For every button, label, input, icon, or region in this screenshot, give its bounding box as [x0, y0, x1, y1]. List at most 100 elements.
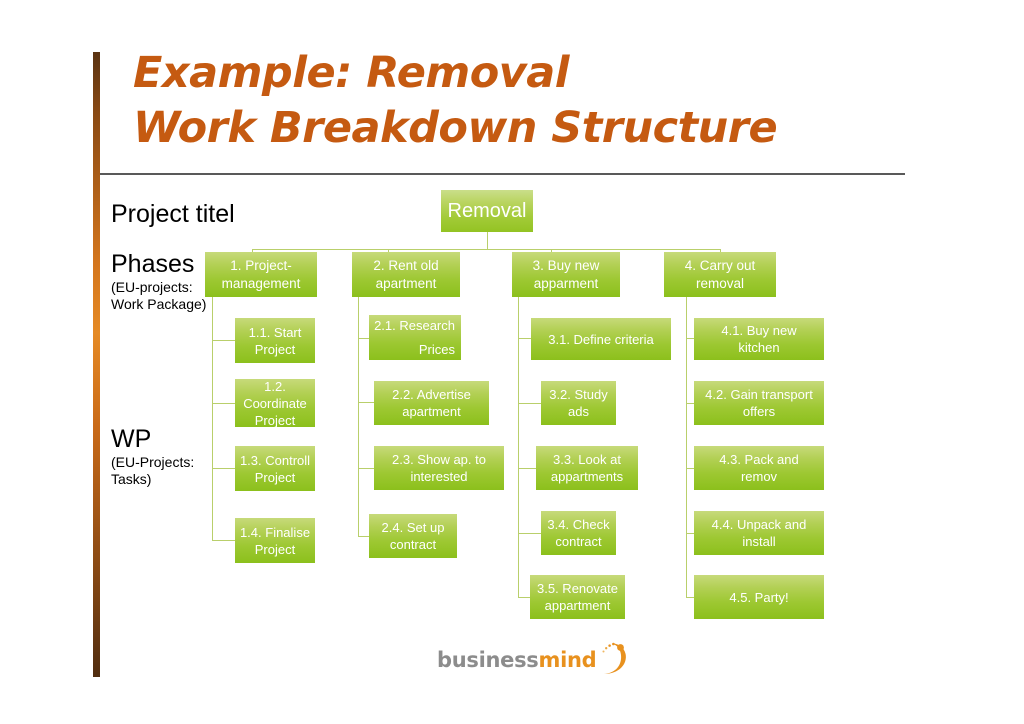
node-task-2-3-line-1: 2.3. Show ap. to [392, 452, 486, 467]
node-task-1-4-line-1: 1.4. Finalise [239, 524, 311, 540]
row-label-project-title: Project titel [111, 199, 235, 229]
slide-canvas: Example: Removal Work Breakdown Structur… [0, 0, 1024, 724]
node-task-1-3[interactable]: 1.3. Controll Project [235, 446, 315, 491]
node-task-4-3-line-1: 4.3. Pack and [719, 452, 799, 467]
connector-stub-4-4 [686, 533, 694, 534]
node-task-1-4-line-2: Project [254, 541, 296, 557]
node-root-removal[interactable]: Removal [441, 190, 533, 232]
node-task-1-1[interactable]: 1.1. Start Project [235, 318, 315, 363]
node-task-4-3-line-2: remov [740, 469, 778, 484]
node-task-3-2-line-2: ads [568, 404, 589, 419]
connector-phase-bus [252, 249, 720, 250]
connector-stub-4-1 [686, 338, 694, 339]
left-accent-bar [93, 52, 100, 677]
node-task-1-1-line-1: 1.1. Start [248, 324, 302, 340]
node-task-4-2-line-2: offers [742, 404, 776, 419]
connector-stub-3-4 [518, 533, 541, 534]
node-task-2-1[interactable]: 2.1. Research Prices [369, 315, 461, 360]
connector-stub-3-2 [518, 403, 541, 404]
node-task-2-2-line-2: apartment [402, 404, 461, 419]
connector-root-stem [487, 232, 488, 250]
node-task-2-4[interactable]: 2.4. Set up contract [369, 514, 457, 558]
node-phase-3-label-1: 3. Buy new [532, 257, 600, 273]
node-task-4-1-line-1: 4.1. Buy new [721, 323, 797, 338]
node-task-2-1-line-2: Prices [418, 341, 455, 357]
connector-stub-4-3 [686, 468, 694, 469]
node-task-4-1-line-2: kitchen [738, 340, 780, 355]
connector-stub-2-3 [358, 468, 374, 469]
node-task-2-2[interactable]: 2.2. Advertise apartment [374, 381, 489, 425]
node-task-1-3-line-1: 1.3. Controll [239, 452, 311, 468]
title-line-1: Example: Removal [133, 48, 570, 98]
logo-figure-icon [597, 640, 631, 676]
node-task-3-3-line-2: appartments [550, 469, 624, 484]
node-task-3-5-line-1: 3.5. Renovate [537, 581, 618, 596]
connector-stub-3-3 [518, 468, 536, 469]
node-task-2-3[interactable]: 2.3. Show ap. to interested [374, 446, 504, 490]
page-title: Example: Removal Work Breakdown Structur… [133, 46, 933, 156]
title-line-2: Work Breakdown Structure [133, 103, 778, 153]
node-root-removal-label: Removal [447, 200, 527, 222]
node-task-3-5[interactable]: 3.5. Renovate appartment [530, 575, 625, 619]
connector-stub-1-2 [212, 403, 235, 404]
node-task-1-3-line-2: Project [254, 469, 296, 485]
connector-stub-2-4 [358, 536, 369, 537]
node-task-1-1-line-2: Project [254, 341, 296, 357]
node-phase-3[interactable]: 3. Buy new apparment [512, 252, 620, 297]
connector-stub-2-2 [358, 402, 374, 403]
node-task-3-2-line-1: 3.2. Study [549, 387, 608, 402]
row-label-phases-heading: Phases [111, 250, 195, 278]
connector-spine-2 [358, 297, 359, 536]
connector-stub-1-4 [212, 540, 235, 541]
node-task-1-2-line-1: 1.2. [264, 378, 286, 394]
connector-stub-4-2 [686, 403, 694, 404]
row-label-wp-sub-2: Tasks) [111, 471, 152, 487]
node-task-3-1[interactable]: 3.1. Define criteria [531, 318, 671, 360]
node-task-1-2-line-2: Coordinate [243, 395, 307, 411]
row-label-phases-sub-2: Work Package) [111, 296, 207, 312]
node-phase-3-label-2: apparment [533, 275, 599, 291]
node-task-3-4-line-2: contract [555, 534, 602, 549]
connector-stub-1-3 [212, 468, 235, 469]
connector-stub-4-5 [686, 597, 694, 598]
node-task-4-4[interactable]: 4.4. Unpack and install [694, 511, 824, 555]
node-task-3-1-line-1: 3.1. Define criteria [548, 331, 654, 347]
node-phase-1-label-1: 1. Project- [230, 257, 292, 273]
node-task-2-4-line-2: contract [389, 537, 437, 552]
node-phase-4[interactable]: 4. Carry out removal [664, 252, 776, 297]
connector-stub-2-1 [358, 338, 369, 339]
connector-stub-3-1 [518, 338, 531, 339]
node-task-1-2[interactable]: 1.2. Coordinate Project [235, 378, 315, 428]
connector-stub-3-5 [518, 597, 530, 598]
node-task-4-4-line-1: 4.4. Unpack and [711, 517, 807, 532]
node-task-3-3[interactable]: 3.3. Look at appartments [536, 446, 638, 490]
node-task-3-2[interactable]: 3.2. Study ads [541, 381, 616, 425]
node-phase-2-label-2: apartment [375, 275, 437, 291]
node-task-2-4-line-1: 2.4. Set up [381, 520, 445, 535]
row-label-phases: Phases (EU-projects: Work Package) [111, 249, 206, 313]
node-task-4-4-line-2: install [742, 534, 776, 549]
node-task-1-2-line-3: Project [254, 412, 296, 428]
node-phase-1-label-2: management [221, 275, 301, 291]
connector-spine-1 [212, 297, 213, 540]
logo-text-mind: mind [538, 648, 597, 672]
node-phase-1[interactable]: 1. Project-management [205, 252, 317, 297]
node-phase-4-label-1: 4. Carry out [684, 257, 756, 273]
node-task-3-5-line-2: appartment [544, 598, 611, 613]
node-task-4-1[interactable]: 4.1. Buy new kitchen [694, 318, 824, 360]
row-label-wp-sub-1: (EU-Projects: [111, 454, 195, 470]
connector-spine-4 [686, 297, 687, 597]
node-task-4-2-line-1: 4.2. Gain transport [705, 387, 813, 402]
businessmind-logo: businessmind [437, 640, 631, 674]
node-task-4-3[interactable]: 4.3. Pack and remov [694, 446, 824, 490]
node-phase-2[interactable]: 2. Rent old apartment [352, 252, 460, 297]
node-task-4-2[interactable]: 4.2. Gain transport offers [694, 381, 824, 425]
row-label-wp: WP (EU-Projects: Tasks) [111, 424, 194, 488]
row-label-wp-heading: WP [111, 425, 152, 453]
node-task-1-4[interactable]: 1.4. Finalise Project [235, 518, 315, 563]
node-task-4-5[interactable]: 4.5. Party! [694, 575, 824, 619]
logo-text-business: business [437, 648, 539, 672]
title-divider [100, 173, 905, 175]
node-task-3-4[interactable]: 3.4. Check contract [541, 511, 616, 555]
node-task-3-3-line-1: 3.3. Look at [553, 452, 621, 467]
